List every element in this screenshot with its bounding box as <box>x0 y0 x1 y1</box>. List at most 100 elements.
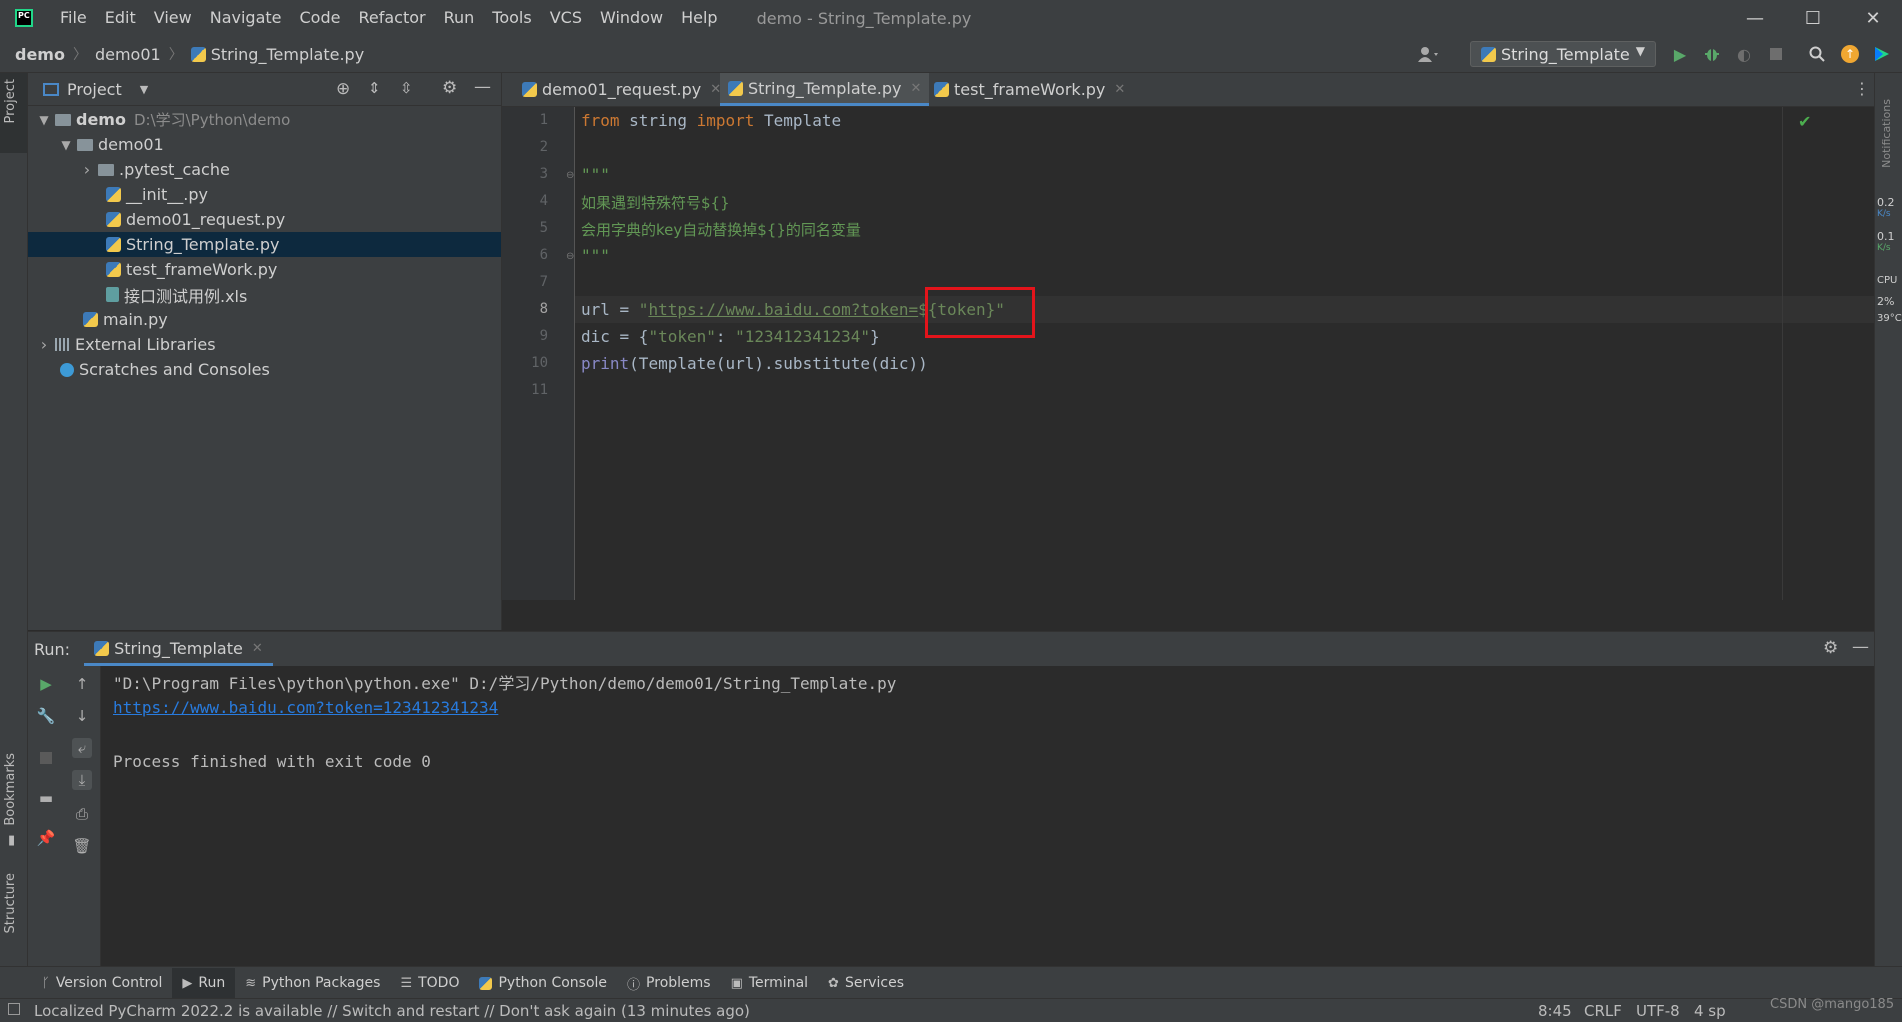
tree-item-string-template[interactable]: String_Template.py <box>28 232 501 257</box>
line-number: 10 <box>531 355 548 371</box>
tab-demo01-request[interactable]: demo01_request.py ✕ <box>514 73 729 106</box>
menu-tools[interactable]: Tools <box>483 0 540 36</box>
menu-run[interactable]: Run <box>435 0 484 36</box>
status-message[interactable]: Localized PyCharm 2022.2 is available //… <box>34 1002 750 1020</box>
layout-icon[interactable]: ▬ <box>36 788 56 808</box>
run-console[interactable]: "D:\Program Files\python\python.exe" D:/… <box>101 666 1874 966</box>
scroll-to-end-icon[interactable]: ⤓ <box>72 770 92 790</box>
search-icon[interactable] <box>1807 44 1827 64</box>
chevron-down-icon[interactable]: ▼ <box>140 83 148 96</box>
gear-icon[interactable]: ⚙ <box>1823 638 1838 658</box>
tool-tab-services[interactable]: ✿ Services <box>818 968 914 998</box>
tree-item-test-framework[interactable]: test_frameWork.py <box>28 257 501 282</box>
user-account-icon[interactable] <box>1412 44 1446 64</box>
run-configuration-selector[interactable]: String_Template ▼ <box>1470 41 1656 67</box>
caret-position[interactable]: 8:45 <box>1538 1002 1572 1020</box>
menu-edit[interactable]: Edit <box>96 0 145 36</box>
run-panel-header: Run: String_Template ✕ ⚙ — <box>28 631 1874 667</box>
structure-side-tab[interactable]: Structure <box>3 873 18 933</box>
tab-label: demo01_request.py <box>542 80 702 99</box>
tree-item-demo01-request[interactable]: demo01_request.py <box>28 207 501 232</box>
tab-string-template[interactable]: String_Template.py ✕ <box>720 73 930 106</box>
chevron-down-icon[interactable]: ▼ <box>33 113 55 127</box>
tree-item-demo01[interactable]: ▼ demo01 <box>28 132 501 157</box>
stop-icon[interactable] <box>1766 44 1786 64</box>
tool-tab-python-console[interactable]: Python Console <box>469 968 617 998</box>
chevron-right-icon[interactable]: › <box>76 160 98 179</box>
menu-view[interactable]: View <box>145 0 201 36</box>
toggle-tool-windows-icon[interactable] <box>8 1003 20 1015</box>
menu-refactor[interactable]: Refactor <box>349 0 434 36</box>
locate-file-icon[interactable]: ⊕ <box>336 79 350 99</box>
tool-tab-version-control[interactable]: ᚴ Version Control <box>32 968 172 998</box>
tree-item-scratches[interactable]: Scratches and Consoles <box>28 357 501 382</box>
line-number-current: 8 <box>539 301 548 317</box>
chevron-right-icon[interactable]: › <box>33 335 55 354</box>
tree-item-init-py[interactable]: __init__.py <box>28 182 501 207</box>
close-tab-icon[interactable]: ✕ <box>252 641 263 656</box>
close-tab-icon[interactable]: ✕ <box>1114 82 1125 97</box>
expand-all-icon[interactable]: ⇕ <box>368 79 381 97</box>
services-icon: ✿ <box>828 975 839 991</box>
arrow-up-icon[interactable]: ↑ <box>72 674 92 694</box>
project-panel-title[interactable]: Project <box>67 80 122 99</box>
inspection-ok-icon[interactable]: ✔ <box>1798 112 1811 131</box>
hide-panel-icon[interactable]: — <box>1852 637 1869 657</box>
tab-test-framework[interactable]: test_frameWork.py ✕ <box>926 73 1133 106</box>
tool-tab-problems[interactable]: ⓘ Problems <box>617 968 721 998</box>
notifications-side-tab[interactable]: Notifications <box>1880 99 1893 168</box>
more-options-icon[interactable]: ⋮ <box>1854 79 1870 98</box>
run-panel-label: Run: <box>34 640 71 659</box>
tree-item-pytest-cache[interactable]: › .pytest_cache <box>28 157 501 182</box>
close-window-button[interactable]: ✕ <box>1844 0 1902 36</box>
fold-marker-icon[interactable]: ⊖ <box>566 251 574 262</box>
debug-icon[interactable] <box>1702 44 1722 64</box>
wrench-icon[interactable]: 🔧 <box>36 706 56 726</box>
tool-tab-label: Run <box>198 975 226 991</box>
tree-item-main-py[interactable]: main.py <box>28 307 501 332</box>
file-encoding[interactable]: UTF-8 <box>1636 1002 1680 1020</box>
coverage-icon[interactable]: ◐ <box>1734 44 1754 64</box>
jetbrains-toolbox-icon[interactable] <box>1872 44 1892 64</box>
print-icon[interactable]: ⎙ <box>72 804 92 824</box>
menu-navigate[interactable]: Navigate <box>201 0 291 36</box>
tool-tab-todo[interactable]: ☰ TODO <box>390 968 469 998</box>
chevron-down-icon[interactable]: ▼ <box>55 138 77 152</box>
tree-item-external-libraries[interactable]: › External Libraries <box>28 332 501 357</box>
rerun-icon[interactable]: ▶ <box>36 674 56 694</box>
soft-wrap-icon[interactable]: ⤶ <box>72 738 92 758</box>
minimize-button[interactable]: — <box>1726 0 1784 36</box>
fold-marker-icon[interactable]: ⊖ <box>566 170 574 181</box>
hide-panel-icon[interactable]: — <box>474 77 491 97</box>
tree-item-xls[interactable]: 接口测试用例.xls <box>28 282 501 307</box>
breadcrumb-file[interactable]: String_Template.py <box>211 45 364 64</box>
run-icon[interactable]: ▶ <box>1670 44 1690 64</box>
menu-file[interactable]: File <box>51 0 96 36</box>
arrow-down-icon[interactable]: ↓ <box>72 706 92 726</box>
menu-window[interactable]: Window <box>591 0 672 36</box>
trash-icon[interactable]: 🗑 <box>72 836 92 856</box>
menu-vcs[interactable]: VCS <box>541 0 591 36</box>
breadcrumb-project[interactable]: demo <box>15 45 65 64</box>
run-tab-string-template[interactable]: String_Template ✕ <box>84 633 273 666</box>
gear-icon[interactable]: ⚙ <box>442 78 457 98</box>
bookmarks-side-tab[interactable]: Bookmarks <box>3 753 18 826</box>
pin-tab-icon[interactable]: 📌 <box>36 828 56 848</box>
menu-code[interactable]: Code <box>291 0 350 36</box>
stop-icon[interactable] <box>36 748 56 768</box>
indent-setting[interactable]: 4 sp <box>1694 1002 1726 1020</box>
code-editor[interactable]: from string import Template """ 如果遇到特殊符号… <box>575 107 1874 600</box>
menu-help[interactable]: Help <box>672 0 726 36</box>
update-icon[interactable]: ↑ <box>1840 44 1860 64</box>
close-tab-icon[interactable]: ✕ <box>910 81 921 96</box>
line-separator[interactable]: CRLF <box>1584 1002 1622 1020</box>
tool-tab-python-packages[interactable]: ≋ Python Packages <box>235 968 390 998</box>
console-output-link[interactable]: https://www.baidu.com?token=123412341234 <box>113 698 498 717</box>
breadcrumb-folder[interactable]: demo01 <box>95 45 161 64</box>
project-side-tab[interactable]: Project <box>0 73 27 153</box>
collapse-all-icon[interactable]: ⇳ <box>400 79 413 97</box>
tool-tab-terminal[interactable]: ▣ Terminal <box>721 968 818 998</box>
tool-tab-run[interactable]: ▶ Run <box>172 968 236 998</box>
tree-item-demo[interactable]: ▼ demo D:\学习\Python\demo <box>28 107 501 132</box>
maximize-button[interactable]: ☐ <box>1784 0 1842 36</box>
